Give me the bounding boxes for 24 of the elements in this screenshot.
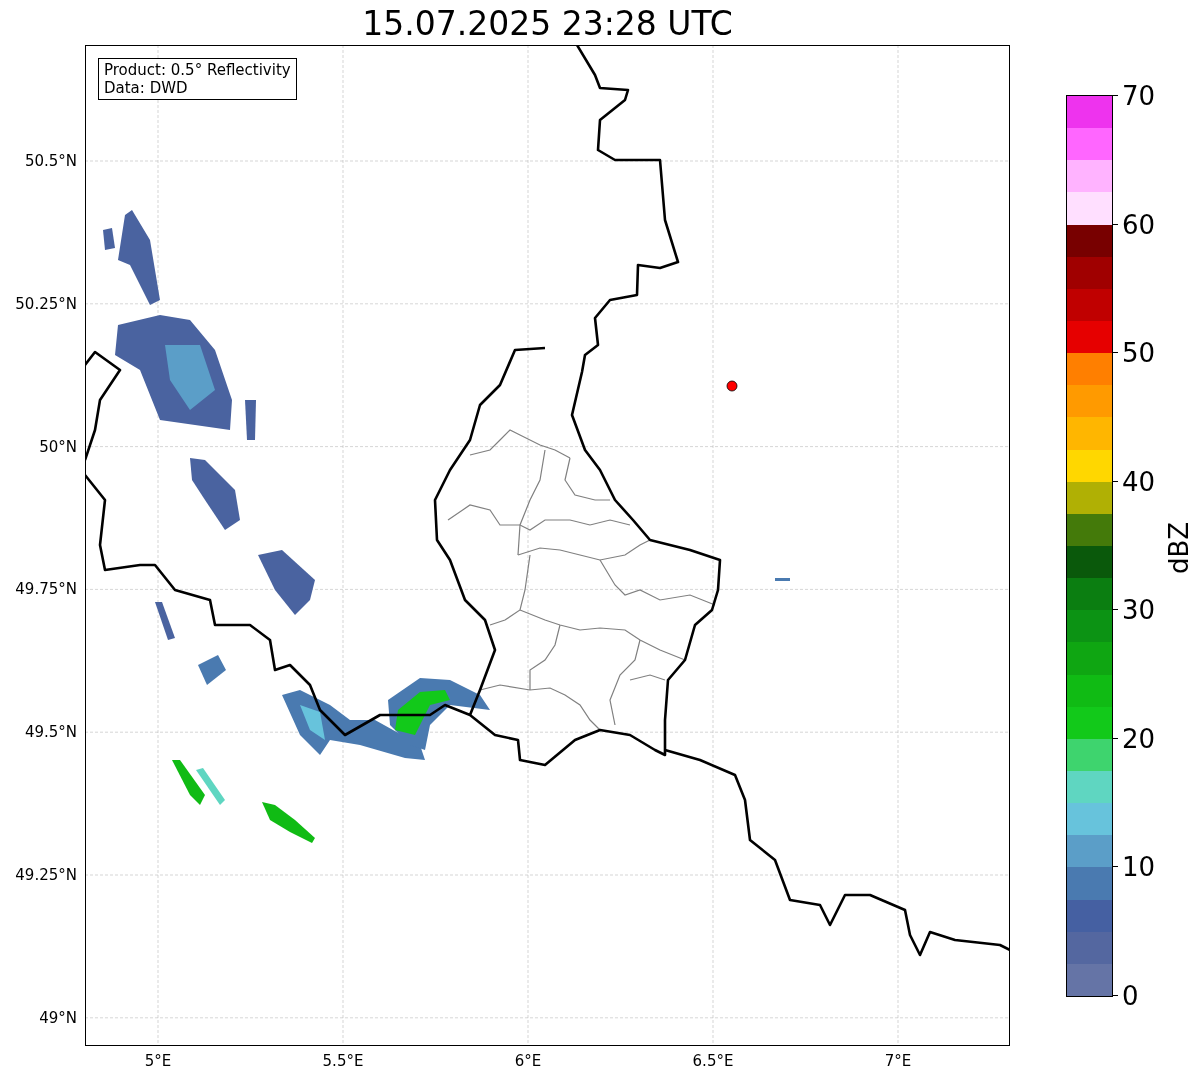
- colorbar-tick-label: 0: [1122, 981, 1139, 1011]
- latitude-label: 49.5°N: [24, 723, 77, 742]
- colorbar-tick-label: 20: [1122, 723, 1156, 754]
- longitude-label: 7°E: [884, 1052, 912, 1070]
- colorbar-tick-label: 10: [1122, 852, 1156, 883]
- latitude-label: 49.25°N: [15, 866, 77, 884]
- info-text: Data: DWD: [104, 79, 189, 97]
- longitude-label: 5°E: [144, 1052, 172, 1070]
- colorbar-tick-label: 30: [1122, 595, 1156, 626]
- latitude-label: 50.5°N: [24, 152, 77, 170]
- info-text: Product: 0.5° Reflectivity: [104, 61, 291, 79]
- longitude-label: 6°E: [514, 1052, 542, 1070]
- colorbar-tick-label: 40: [1122, 466, 1156, 497]
- latitude-label: 49.75°N: [15, 580, 77, 599]
- map-title: 15.07.2025 23:28 UTC: [361, 3, 734, 45]
- colorbar-tick-label: 60: [1122, 209, 1156, 240]
- longitude-label: 5.5°E: [322, 1052, 364, 1070]
- latitude-label: 50°N: [39, 437, 77, 456]
- longitude-label: 6.5°E: [692, 1052, 734, 1070]
- colorbar-tick-label: 50: [1122, 338, 1156, 369]
- colorbar-tick-label: 70: [1122, 81, 1156, 111]
- latitude-label: 50.25°N: [15, 294, 77, 313]
- latitude-label: 49°N: [39, 1008, 77, 1027]
- colorbar-label: dBZ: [1164, 521, 1194, 575]
